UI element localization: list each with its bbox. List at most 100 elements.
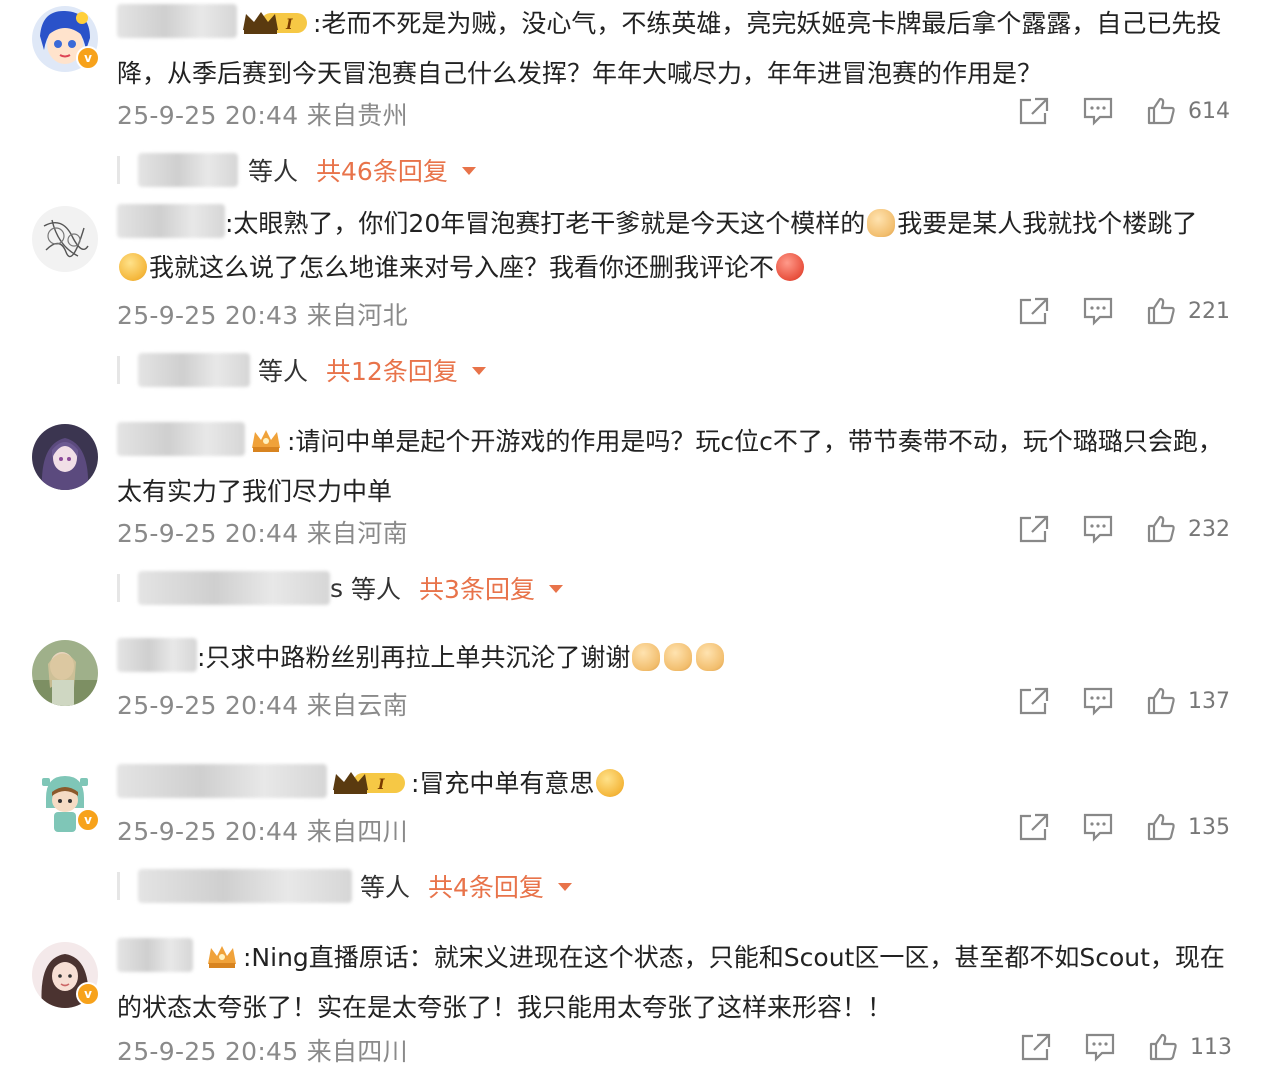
avatar[interactable]: v [32,768,100,834]
view-replies-link[interactable]: 共4条回复 [428,868,572,904]
comment-body: 我就这么说了怎么地谁来对号入座？我看你还删我评论不 [149,253,775,282]
comment-button[interactable] [1082,812,1114,842]
share-button[interactable] [1020,1032,1052,1062]
comment-icon [1083,687,1113,716]
comment-text: :Ning直播原话：就宋义进现在这个状态，只能和Scout区一区，甚至都不如Sc… [117,936,1227,1030]
like-count: 137 [1188,688,1230,714]
comment-meta: 25-9-25 20:43 来自河北 [117,301,408,330]
verified-badge-icon: v [76,46,100,70]
comment-button[interactable] [1082,514,1114,544]
comment-body: :冒充中单有意思 [411,769,595,798]
share-button[interactable] [1018,812,1050,842]
reply-suffix: 等人 [351,575,402,604]
comment-button[interactable] [1084,1032,1116,1062]
comment-text: :太眼熟了，你们20年冒泡赛打老干爹就是今天这个模样的 我要是某人我就找个楼跳了我… [117,202,1227,290]
blurred-username[interactable] [138,571,330,605]
like-count: 113 [1190,1034,1232,1060]
handshake-emoji-icon [632,643,661,671]
comment-button[interactable] [1082,96,1114,126]
blurred-username[interactable] [117,764,327,798]
reply-count-label: 共3条回复 [419,575,535,604]
like-count: 232 [1188,516,1230,542]
thumbs-up-icon [1147,515,1175,543]
like-count: 614 [1188,98,1230,124]
svg-text:I: I [285,17,293,33]
share-button[interactable] [1018,296,1050,326]
reply-summary[interactable]: 等人 共12条回复 [117,352,486,388]
chevron-down-icon [461,167,476,175]
comment-meta: 25-9-25 20:44 来自云南 [117,691,408,720]
handshake-emoji-icon [696,643,725,671]
share-icon [1021,1033,1051,1061]
reply-summary[interactable]: 等人 共46条回复 [117,152,476,188]
svg-text:I: I [377,777,385,793]
thumbs-up-emoji-icon [867,209,896,237]
like-button[interactable]: 137 [1146,686,1230,716]
reply-divider [117,156,120,184]
share-button[interactable] [1018,514,1050,544]
chevron-down-icon [548,585,563,593]
comment-actions: 113 [1018,1032,1238,1066]
reply-suffix: 等人 [248,157,299,186]
like-button[interactable]: 232 [1146,514,1230,544]
vip-crown-badge-icon [205,942,239,986]
share-icon [1019,297,1049,325]
blurred-username[interactable] [138,869,352,903]
vip-crown-badge-icon: I [241,8,309,52]
reply-summary[interactable]: 等人 共4条回复 [117,868,572,904]
view-replies-link[interactable]: 共46条回复 [316,152,476,188]
reply-summary[interactable]: s 等人 共3条回复 [117,570,563,606]
like-button[interactable]: 614 [1146,96,1230,126]
like-button[interactable]: 113 [1148,1032,1232,1062]
comment-text: I:老而不死是为贼，没心气，不练英雄，亮完妖姬亮卡牌最后拿个露露，自己已先投降，… [117,2,1227,96]
view-replies-link[interactable]: 共12条回复 [326,352,486,388]
like-button[interactable]: 221 [1146,296,1230,326]
vip-crown-badge-icon [249,426,283,470]
blurred-username[interactable] [138,153,238,187]
share-button[interactable] [1018,686,1050,716]
reply-suffix: 等人 [258,357,309,386]
thumbs-up-icon [1149,1033,1177,1061]
reply-divider [117,356,120,384]
blurred-username[interactable] [117,638,197,672]
share-button[interactable] [1018,96,1050,126]
thumbs-up-icon [1147,97,1175,125]
blurred-username[interactable] [117,422,245,456]
comment-text: I :冒充中单有意思 [117,762,1227,812]
reply-count-label: 共46条回复 [316,157,448,186]
comment-icon [1083,813,1113,842]
view-replies-link[interactable]: 共3条回复 [419,570,563,606]
comment-meta: 25-9-25 20:45 来自四川 [117,1037,408,1066]
comment-text: :只求中路粉丝别再拉上单共沉沦了谢谢 [117,636,1227,680]
share-icon [1019,687,1049,715]
thumbs-up-icon [1147,687,1175,715]
reply-divider [117,574,120,602]
avatar[interactable] [32,424,98,490]
avatar[interactable] [32,206,98,272]
reply-count-label: 共12条回复 [326,357,458,386]
blurred-username[interactable] [117,204,225,238]
chevron-down-icon [557,883,572,891]
avatar[interactable]: v [32,942,100,1008]
blurred-username[interactable] [117,4,237,38]
comment-actions: 221 [1018,296,1238,330]
like-button[interactable]: 135 [1146,812,1230,842]
reply-prefix: s [330,573,344,603]
comment-text: :请问中单是起个开游戏的作用是吗？玩c位c不了，带节奏带不动，玩个璐璐只会跑，太… [117,420,1227,514]
handshake-emoji-icon [664,643,693,671]
blurred-username[interactable] [138,353,250,387]
comment-actions: 232 [1018,514,1238,548]
avatar[interactable]: v [32,6,100,72]
comment-actions: 614 [1018,96,1238,130]
blurred-username[interactable] [117,938,193,972]
comment-button[interactable] [1082,296,1114,326]
comment-actions: 135 [1018,812,1238,846]
comment-body: :只求中路粉丝别再拉上单共沉沦了谢谢 [197,643,631,672]
comment-meta: 25-9-25 20:44 来自贵州 [117,101,408,130]
comment-button[interactable] [1082,686,1114,716]
comment-icon [1085,1033,1115,1062]
avatar[interactable] [32,640,98,706]
chevron-down-icon [471,367,486,375]
verified-badge-icon: v [76,808,100,832]
avatar-image [32,640,98,706]
